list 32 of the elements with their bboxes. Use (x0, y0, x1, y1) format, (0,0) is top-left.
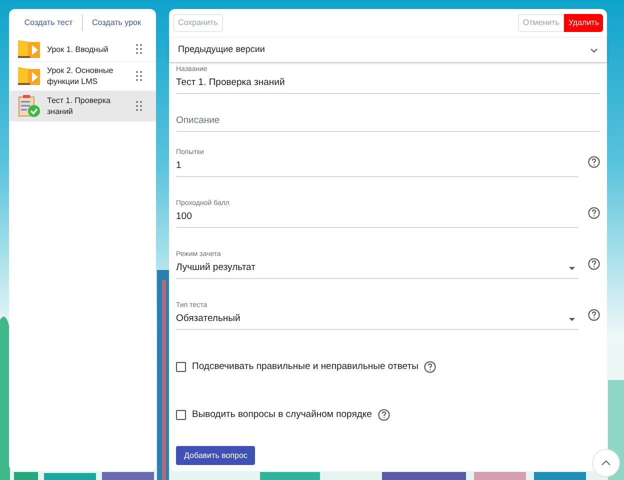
help-icon[interactable] (378, 409, 390, 421)
create-test-link[interactable]: Создать тест (15, 17, 82, 29)
book-play-icon (17, 39, 41, 59)
lesson-title: Урок 2. Основные функции LMS (47, 65, 114, 87)
input-field[interactable]: Описание (176, 102, 600, 132)
checkbox[interactable] (176, 362, 186, 372)
dropdown-arrow-icon (569, 318, 575, 321)
create-lesson-link[interactable]: Создать урок (83, 17, 150, 29)
add-question-button[interactable]: Добавить вопрос (176, 446, 256, 465)
checklist-check-icon (17, 95, 41, 117)
checkbox-label: Подсвечивать правильные и неправильные ответы (192, 360, 418, 374)
delete-button[interactable]: Удалить (564, 14, 603, 32)
help-icon[interactable] (588, 309, 600, 321)
help-icon[interactable] (588, 258, 600, 270)
chevron-up-icon (601, 460, 611, 466)
checkbox-label: Выводить вопросы в случайном порядке (192, 408, 372, 422)
help-icon[interactable] (588, 156, 600, 168)
accordion-title: Предыдущие версии (178, 43, 265, 56)
help-icon[interactable] (424, 361, 436, 373)
book-play-icon (17, 66, 41, 86)
lesson-title: Урок 1. Вводный (47, 44, 110, 54)
drag-handle-icon[interactable] (136, 71, 142, 81)
chevron-down-icon (590, 48, 598, 52)
versions-accordion[interactable]: Предыдущие версии (169, 37, 607, 62)
help-icon[interactable] (588, 207, 600, 219)
lesson-title: Тест 1. Проверка знаний (47, 95, 112, 117)
drag-handle-icon[interactable] (136, 44, 142, 54)
lesson-list-item[interactable]: Урок 1. Вводный (9, 37, 156, 62)
drag-handle-icon[interactable] (136, 101, 142, 111)
dropdown-arrow-icon (569, 267, 575, 270)
lesson-list-item[interactable]: Тест 1. Проверка знаний (9, 91, 156, 122)
checkbox[interactable] (176, 410, 186, 420)
